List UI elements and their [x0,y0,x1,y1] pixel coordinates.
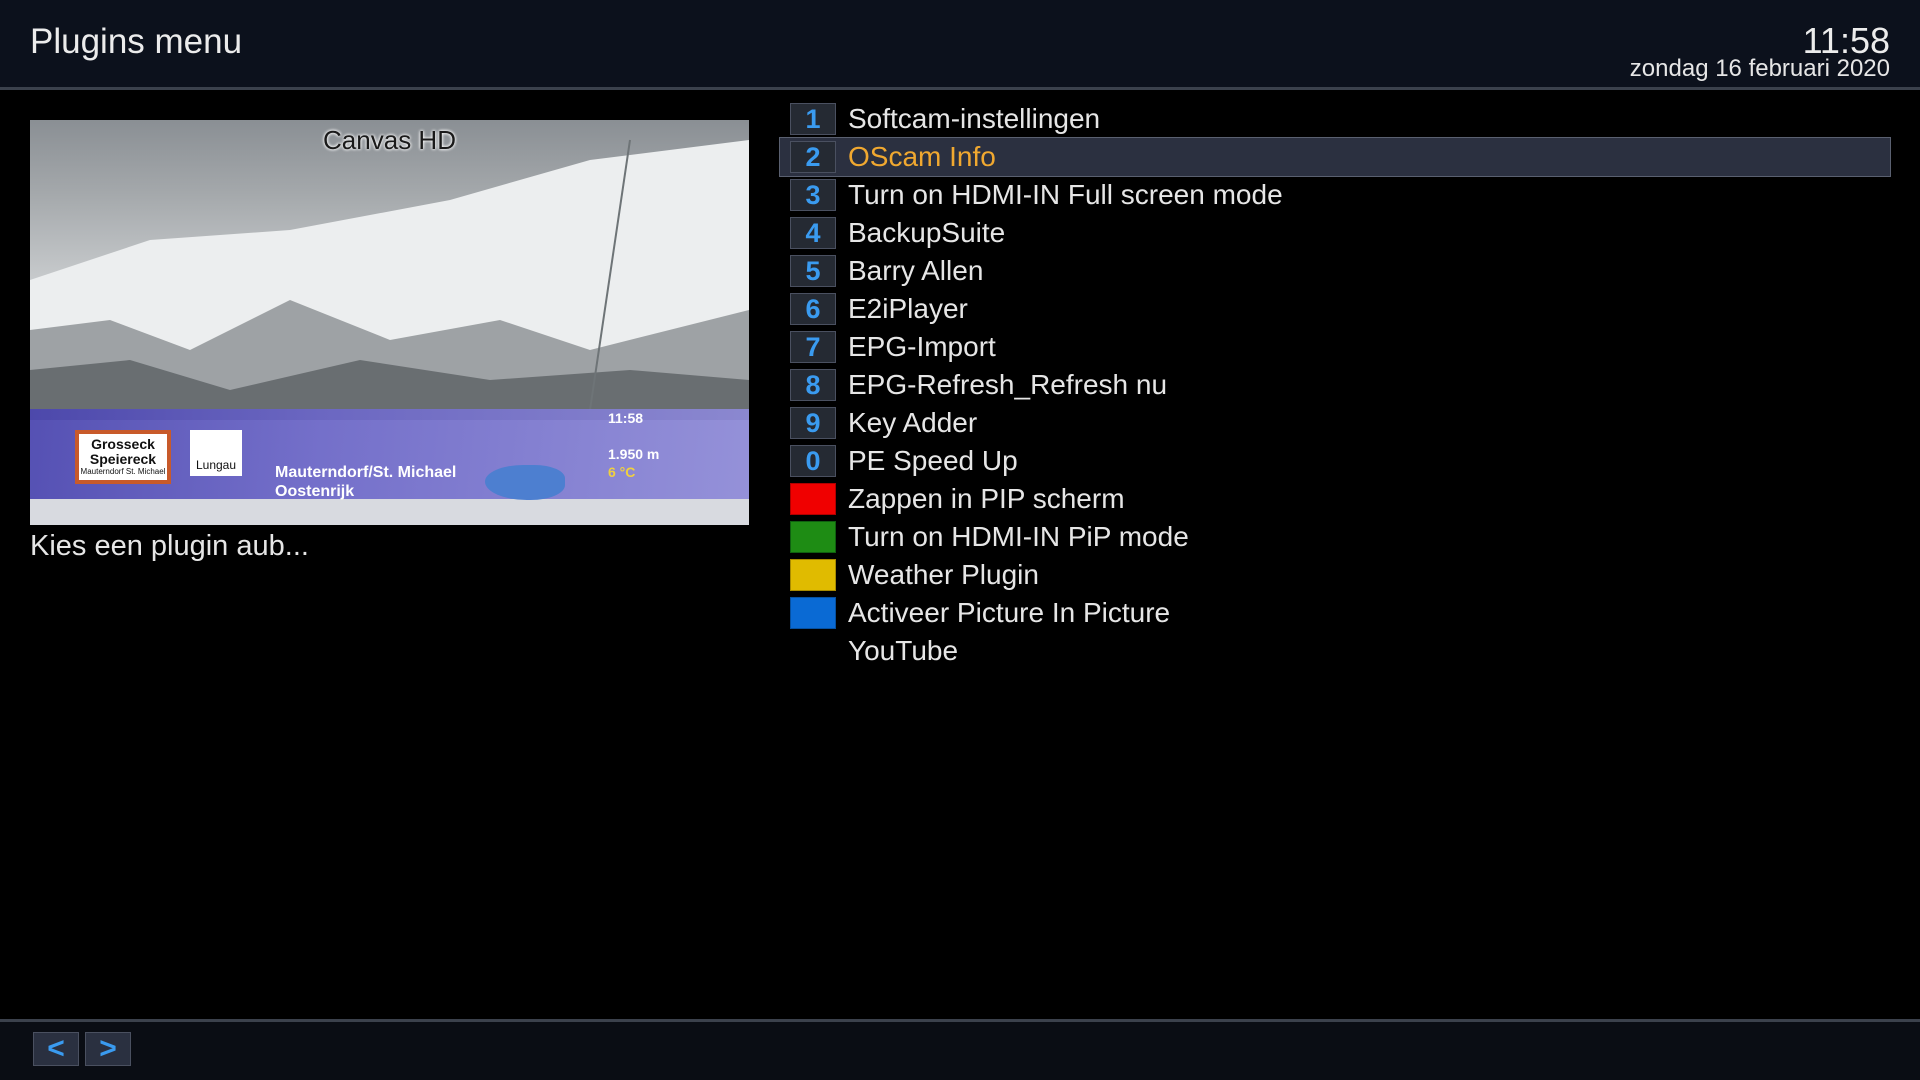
plugin-label: PE Speed Up [848,445,1018,476]
yellow-key-icon [790,559,836,591]
date: zondag 16 februari 2020 [1629,55,1890,82]
number-key-badge: 6 [790,293,836,325]
number-key-badge: 2 [790,141,836,173]
plugin-item[interactable]: 6 E2iPlayer [780,290,1890,328]
ticker-place-line2: Oostenrijk [275,483,355,500]
ticker-place: Mauterndorf/St. Michael Oostenrijk [275,463,456,501]
plugin-label: OScam Info [848,141,996,172]
plugin-label: Key Adder [848,407,978,438]
next-page-button[interactable]: > [85,1032,131,1066]
blue-key-icon [790,597,836,629]
plugin-list: 1 Softcam-instellingen 2 OScam Info 3 Turn on… [779,100,1891,670]
number-key-badge: 5 [790,255,836,287]
plugin-label: E2iPlayer [848,293,968,324]
plugin-item[interactable]: 4 BackupSuite [780,214,1890,252]
number-key-badge: 9 [790,407,836,439]
plugin-label: Softcam-instellingen [848,103,1101,134]
plugin-label: Activeer Picture In Picture [848,597,1171,628]
prev-page-button[interactable]: < [33,1032,79,1066]
page-title: Plugins menu [30,22,243,61]
ticker-time: 11:58 [608,410,644,426]
number-key-badge: 0 [790,445,836,477]
plugin-item[interactable]: YouTube [780,632,1890,670]
resort-logo: Grosseck Speiereck Mauterndorf St. Micha… [75,430,171,484]
hint-text: Kies een plugin aub... [30,530,309,562]
ticker-stripe [30,499,749,525]
plugin-item[interactable]: Zappen in PIP scherm [780,480,1890,518]
resort-logo-sub: Mauterndorf St. Michael [80,467,166,476]
map-icon [485,465,565,500]
number-key-badge: 1 [790,103,836,135]
number-key-badge: 3 [790,179,836,211]
plugin-item[interactable]: 5 Barry Allen [780,252,1890,290]
number-key-badge: 4 [790,217,836,249]
region-logo: Lungau [190,430,242,476]
plugin-item[interactable]: Turn on HDMI-IN PiP mode [780,518,1890,556]
channel-name: Canvas HD [323,125,456,155]
number-key-badge: 7 [790,331,836,363]
plugin-item[interactable]: Weather Plugin [780,556,1890,594]
plugin-item[interactable]: 9 Key Adder [780,404,1890,442]
footer-bar [0,1022,1920,1080]
green-key-icon [790,521,836,553]
plugin-item[interactable]: Activeer Picture In Picture [780,594,1890,632]
plugin-item[interactable]: 0 PE Speed Up [780,442,1890,480]
plugin-item[interactable]: 1 Softcam-instellingen [780,100,1890,138]
number-key-badge: 8 [790,369,836,401]
plugin-label: EPG-Import [848,331,996,362]
plugin-label: Barry Allen [848,255,984,286]
plugin-label: Turn on HDMI-IN Full screen mode [848,179,1283,210]
plugin-label: BackupSuite [848,217,1006,248]
plugin-label: Zappen in PIP scherm [848,483,1125,514]
header-bar: Plugins menu 11:58 zondag 16 februari 20… [0,0,1920,90]
plugin-item[interactable]: 2 OScam Info [779,137,1891,177]
resort-logo-title: Grosseck Speiereck [89,436,157,467]
plugin-item[interactable]: 7 EPG-Import [780,328,1890,366]
plugin-label: Weather Plugin [848,559,1039,590]
ticker-place-line1: Mauterndorf/St. Michael [275,464,457,481]
plugin-item[interactable]: 3 Turn on HDMI-IN Full screen mode [780,176,1890,214]
plugin-label: EPG-Refresh_Refresh nu [848,369,1168,400]
red-key-icon [790,483,836,515]
tv-preview: Canvas HD Grosseck Speiereck Mauterndorf… [30,120,749,525]
plugin-label: Turn on HDMI-IN PiP mode [848,521,1189,552]
ticker-temperature: 6 °C [608,464,636,480]
ticker-altitude: 1.950 m [608,446,660,462]
plugin-label: YouTube [848,635,959,666]
plugin-item[interactable]: 8 EPG-Refresh_Refresh nu [780,366,1890,404]
